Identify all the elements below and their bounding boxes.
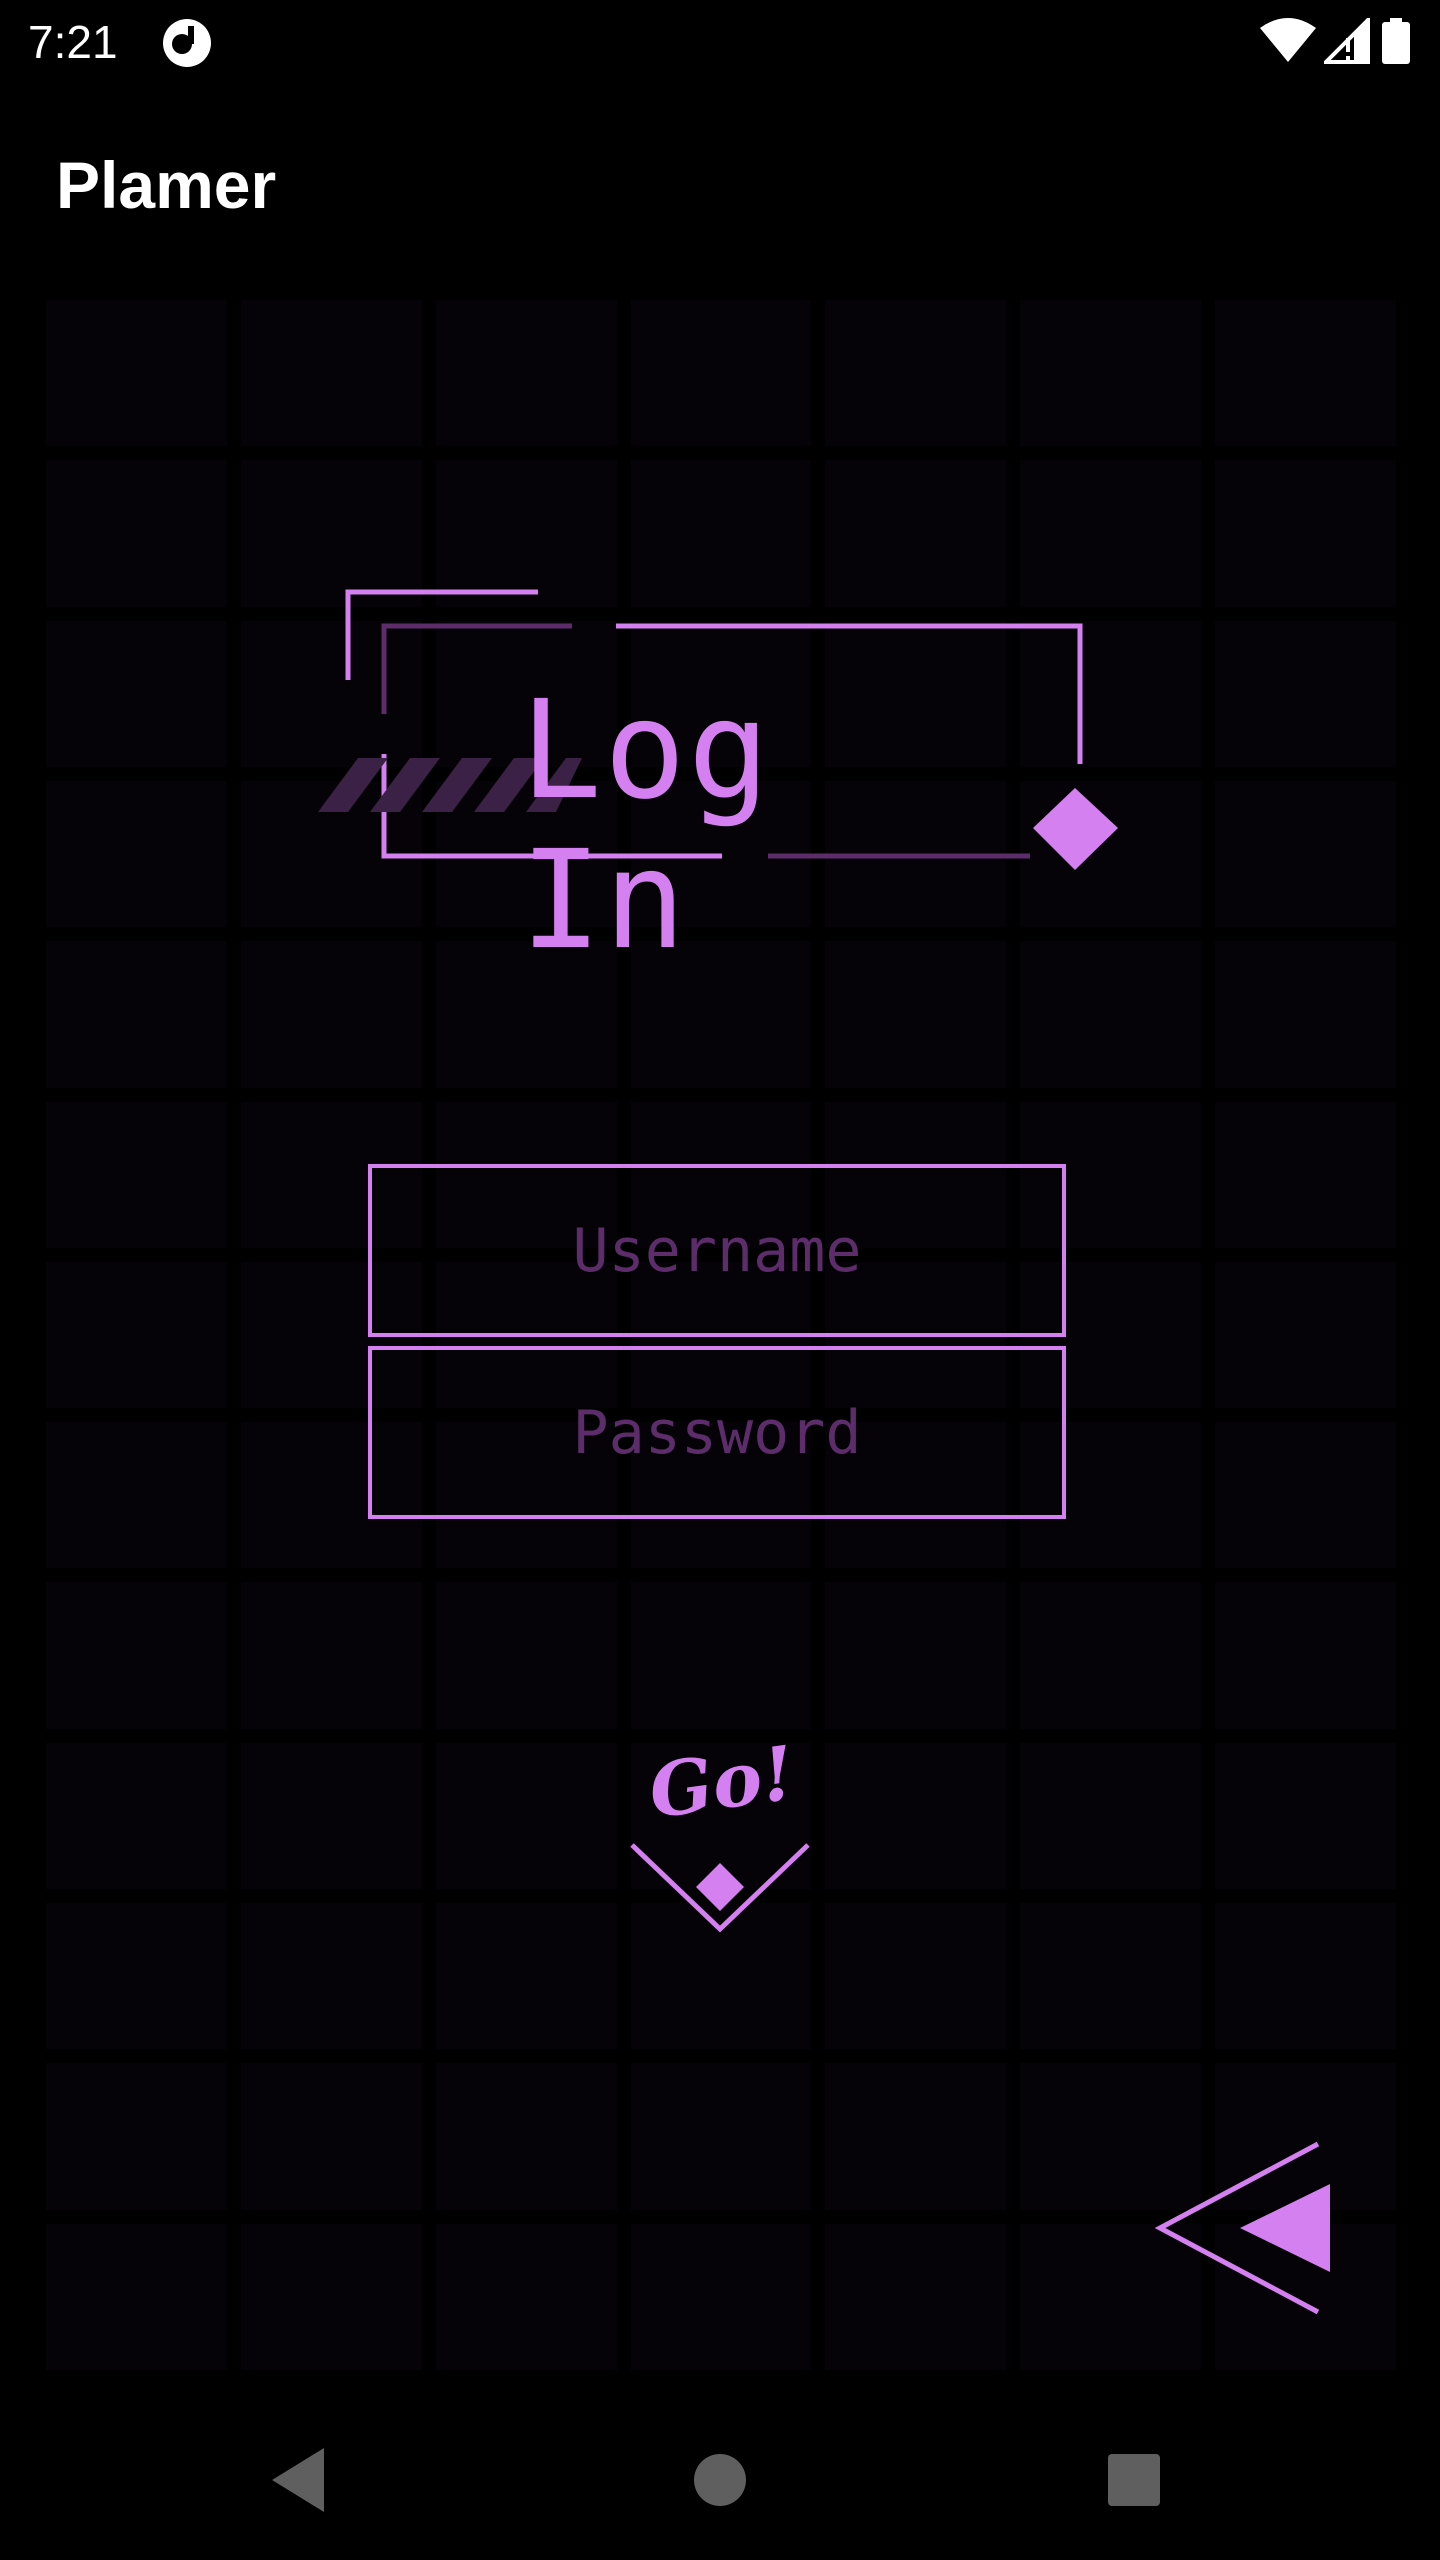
grid-cell	[1215, 1903, 1396, 2050]
grid-cell	[1020, 1582, 1202, 1729]
grid-cell	[240, 1582, 422, 1729]
grid-cell	[1020, 1742, 1202, 1890]
grid-cell	[825, 1582, 1007, 1729]
wifi-icon	[1260, 18, 1316, 62]
grid-cell	[240, 941, 422, 1088]
grid-cell	[1215, 941, 1396, 1088]
password-input[interactable]	[368, 1346, 1066, 1519]
go-diamond-icon	[696, 1863, 744, 1911]
battery-icon	[1382, 18, 1410, 64]
username-input[interactable]	[368, 1164, 1066, 1337]
grid-cell	[240, 1903, 422, 2050]
grid-cell	[1215, 1582, 1396, 1729]
grid-cell	[240, 2063, 422, 2210]
go-button[interactable]	[620, 1745, 820, 1945]
grid-cell	[1020, 1903, 1202, 2050]
status-bar: 7:21	[0, 0, 1440, 84]
grid-cell	[825, 1742, 1007, 1890]
grid-cell	[46, 1742, 227, 1890]
grid-cell	[630, 300, 812, 447]
grid-cell	[240, 1742, 422, 1890]
grid-cell	[630, 1582, 812, 1729]
grid-cell	[1215, 1101, 1396, 1248]
grid-cell	[1215, 300, 1396, 447]
nav-back-icon[interactable]	[260, 2440, 340, 2520]
grid-cell	[1215, 460, 1396, 607]
back-arrow-button[interactable]	[1150, 2140, 1340, 2330]
grid-cell	[46, 2223, 227, 2370]
grid-cell	[46, 1261, 227, 1409]
grid-cell	[1215, 620, 1396, 767]
status-time: 7:21	[28, 16, 118, 68]
grid-cell	[1215, 1261, 1396, 1409]
grid-cell	[435, 1582, 617, 1729]
grid-cell	[46, 1903, 227, 2050]
grid-cell	[46, 2063, 227, 2210]
grid-cell	[825, 2063, 1007, 2210]
grid-cell	[825, 1903, 1007, 2050]
grid-cell	[46, 300, 227, 447]
grid-cell	[1215, 780, 1396, 928]
grid-cell	[435, 2223, 617, 2370]
grid-cell	[1215, 1742, 1396, 1890]
grid-cell	[46, 460, 227, 607]
grid-cell	[435, 300, 617, 447]
grid-cell	[240, 2223, 422, 2370]
grid-cell	[1215, 1422, 1396, 1569]
app-notification-icon	[163, 19, 211, 67]
nav-recents-icon[interactable]	[1094, 2440, 1174, 2520]
system-nav-bar	[0, 2400, 1440, 2560]
grid-cell	[435, 1903, 617, 2050]
grid-cell	[46, 941, 227, 1088]
grid-cell	[46, 1101, 227, 1248]
login-heading: Log In	[520, 672, 772, 980]
grid-cell	[1020, 941, 1202, 1088]
nav-home-icon[interactable]	[680, 2440, 760, 2520]
grid-cell	[46, 780, 227, 928]
grid-cell	[825, 300, 1007, 447]
grid-cell	[46, 620, 227, 767]
grid-cell	[435, 1742, 617, 1890]
grid-cell	[46, 1582, 227, 1729]
grid-cell	[46, 1422, 227, 1569]
grid-cell	[825, 2223, 1007, 2370]
cell-signal-icon	[1324, 18, 1370, 64]
app-title: Plamer	[56, 148, 277, 222]
grid-cell	[435, 2063, 617, 2210]
grid-cell	[630, 2063, 812, 2210]
grid-cell	[630, 2223, 812, 2370]
grid-cell	[240, 300, 422, 447]
grid-cell	[1020, 300, 1202, 447]
